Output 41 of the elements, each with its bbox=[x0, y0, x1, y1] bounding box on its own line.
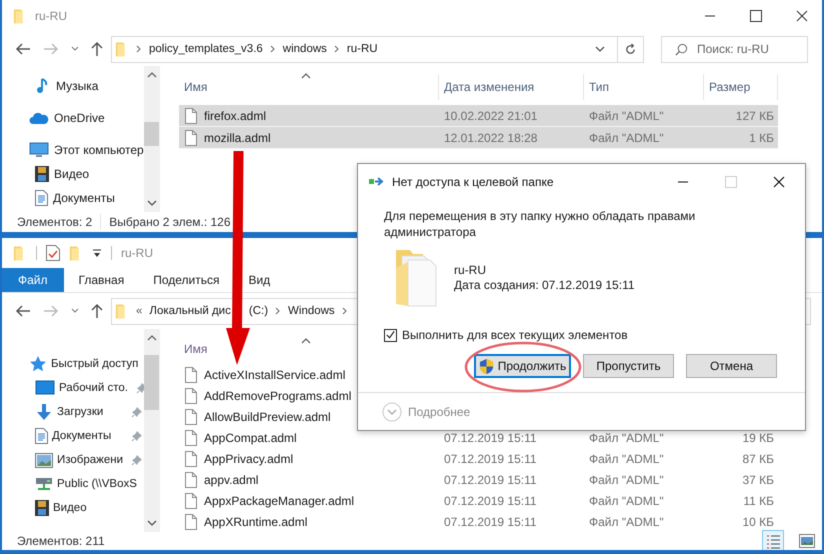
window-title: ru-RU bbox=[35, 9, 67, 23]
file-name: AddRemovePrograms.adml bbox=[204, 388, 352, 402]
date-cell-text: 07.12.2019 15:11 bbox=[443, 452, 538, 466]
type-cell-text: Файл "ADML" bbox=[588, 472, 665, 486]
file-name: AppXRuntime.adml bbox=[204, 514, 308, 528]
file-name: firefox.adml bbox=[204, 108, 266, 122]
size-cell-text: 37 КБ bbox=[741, 472, 775, 486]
type-cell-text: Файл "ADML" bbox=[588, 430, 665, 444]
date-cell-text: 12.01.2022 18:28 bbox=[443, 130, 538, 144]
status-text: Элементов: 2 bbox=[17, 215, 92, 229]
file-name: AllowBuildPreview.adml bbox=[204, 410, 331, 424]
status-text: Выбрано 2 элем.: 126 bbox=[109, 215, 231, 229]
checkbox-label: Выполнить для всех текущих элементов bbox=[402, 328, 628, 342]
date-cell-text: 10.02.2022 21:01 bbox=[443, 108, 538, 122]
file-name: ActiveXInstallService.adml bbox=[204, 368, 346, 382]
dialog-title: Нет доступа к целевой папке bbox=[392, 175, 554, 189]
size-cell-text: 11 КБ bbox=[742, 494, 775, 508]
creation-date: Дата создания: 07.12.2019 15:11 bbox=[454, 278, 635, 293]
dialog-message: Для перемещения в эту папку нужно обладать правами администратора bbox=[384, 208, 696, 240]
date-cell-text: 07.12.2019 15:11 bbox=[443, 472, 538, 486]
size-cell-text: 1 КБ bbox=[748, 130, 775, 144]
type-cell-text: Файл "ADML" bbox=[588, 452, 665, 466]
size-cell-text: 127 КБ bbox=[734, 108, 775, 122]
size-cell-text: 19 КБ bbox=[741, 430, 775, 444]
folder-name: ru-RU bbox=[454, 263, 487, 278]
size-cell-text: 87 КБ bbox=[741, 452, 775, 466]
type-cell-text: Файл "ADML" bbox=[588, 514, 665, 528]
file-name: AppCompat.adml bbox=[204, 430, 297, 444]
status-text: Элементов: 211 bbox=[17, 534, 105, 548]
file-name: AppxPackageManager.adml bbox=[204, 494, 354, 508]
type-cell-text: Файл "ADML" bbox=[588, 130, 665, 144]
type-cell-text: Файл "ADML" bbox=[588, 494, 665, 508]
file-name: mozilla.adml bbox=[204, 130, 271, 144]
date-cell-text: 07.12.2019 15:11 bbox=[443, 494, 538, 508]
date-cell-text: 07.12.2019 15:11 bbox=[443, 514, 538, 528]
date-cell-text: 07.12.2019 15:11 bbox=[443, 430, 538, 444]
type-cell-text: Файл "ADML" bbox=[588, 108, 665, 122]
file-name: AppPrivacy.adml bbox=[204, 452, 294, 466]
size-cell-text: 10 КБ bbox=[741, 514, 775, 528]
file-name: appv.adml bbox=[204, 472, 258, 486]
window-title: ru-RU bbox=[121, 246, 153, 260]
